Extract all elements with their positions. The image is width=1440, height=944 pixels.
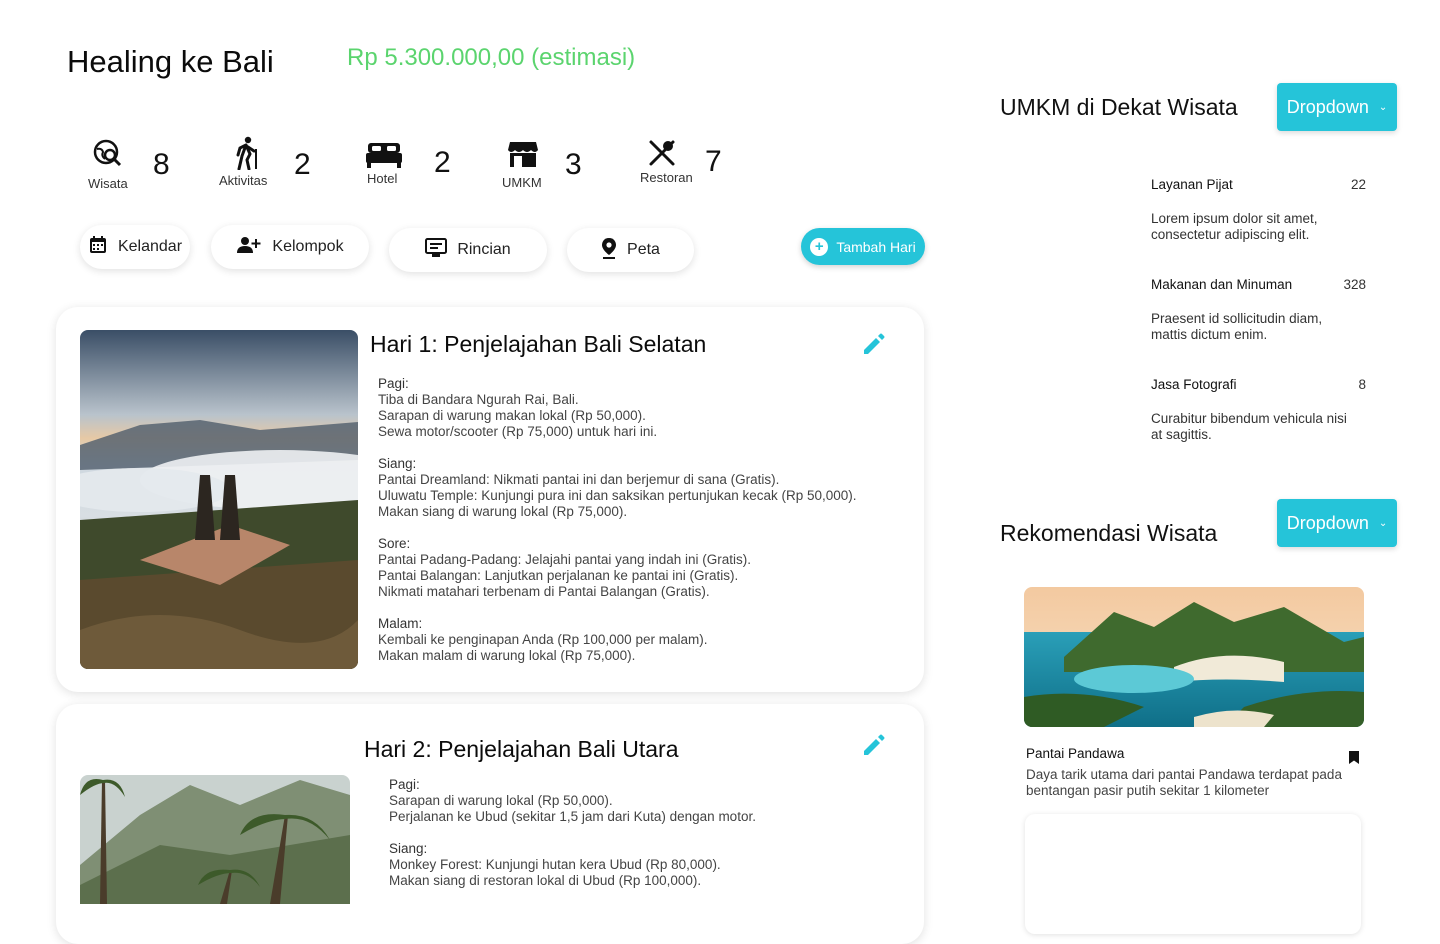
section-title: Malam: [378, 616, 423, 631]
add-icon: + [810, 237, 829, 256]
stat-label-wisata: Wisata [88, 176, 128, 191]
recommendation-name[interactable]: Pantai Pandawa [1026, 746, 1124, 761]
itinerary-line: Sarapan di warung makan lokal (Rp 50,000… [378, 408, 646, 423]
recommendation-card-next[interactable] [1025, 814, 1361, 934]
edit-icon[interactable] [861, 331, 887, 357]
itinerary-line: Makan siang di warung lokal (Rp 75,000). [378, 504, 628, 519]
trip-budget: Rp 5.300.000,00 (estimasi) [347, 44, 636, 71]
section-title: Sore: [378, 536, 411, 551]
section-title: Pagi: [378, 376, 409, 391]
tab-map[interactable]: Peta [567, 228, 694, 272]
itinerary-section-morning: Pagi: Sarapan di warung lokal (Rp 50,000… [389, 777, 909, 825]
location-pin-icon [601, 237, 617, 264]
day-1-image [80, 330, 358, 669]
umkm-item-name[interactable]: Layanan Pijat [1151, 177, 1233, 192]
umkm-item-desc: Lorem ipsum dolor sit amet, consectetur … [1151, 211, 1318, 242]
stat-value-aktivitas: 2 [294, 148, 311, 181]
recommendation-section-title: Rekomendasi Wisata [1000, 520, 1218, 546]
umkm-item-count: 8 [1358, 377, 1366, 392]
stat-label-hotel: Hotel [367, 171, 398, 186]
umkm-item-count: 22 [1350, 177, 1366, 192]
umkm-item-name[interactable]: Makanan dan Minuman [1151, 277, 1292, 292]
itinerary-line: Monkey Forest: Kunjungi hutan kera Ubud … [389, 857, 721, 872]
umkm-section-title: UMKM di Dekat Wisata [1000, 94, 1238, 120]
stat-label-aktivitas: Aktivitas [219, 173, 268, 188]
stat-value-umkm: 3 [565, 148, 582, 181]
umkm-item-desc: Praesent id sollicitudin diam, mattis di… [1151, 311, 1323, 342]
tab-details[interactable]: Rincian [389, 228, 547, 272]
tab-calendar-label: Kelandar [117, 238, 183, 255]
tab-group[interactable]: Kelompok [211, 225, 369, 269]
umkm-dropdown[interactable]: Dropdown ⌄ [1277, 83, 1397, 131]
storefront-icon [507, 140, 539, 168]
add-day-button[interactable]: + Tambah Hari [801, 228, 925, 265]
stat-label-restoran: Restoran [640, 170, 693, 185]
itinerary-line: Kembali ke penginapan Anda (Rp 100,000 p… [378, 632, 708, 647]
section-title: Siang: [389, 841, 428, 856]
itinerary-line: Sarapan di warung lokal (Rp 50,000). [389, 793, 613, 808]
edit-icon[interactable] [861, 732, 887, 758]
recommendation-dropdown[interactable]: Dropdown ⌄ [1277, 499, 1397, 547]
hiking-icon [233, 136, 261, 170]
details-icon [425, 237, 448, 263]
itinerary-line: Tiba di Bandara Ngurah Rai, Bali. [378, 392, 579, 407]
itinerary-line: Makan siang di restoran lokal di Ubud (R… [389, 873, 702, 888]
umkm-item-count: 328 [1343, 277, 1366, 292]
tab-calendar[interactable]: Kelandar [80, 225, 190, 269]
stat-value-hotel: 2 [434, 146, 451, 179]
restaurant-icon [648, 139, 676, 167]
recommendation-image[interactable] [1024, 587, 1364, 727]
day-2-title: Hari 2: Penjelajahan Bali Utara [364, 736, 679, 762]
itinerary-section-morning: Pagi: Tiba di Bandara Ngurah Rai, Bali. … [378, 376, 898, 440]
umkm-item-name[interactable]: Jasa Fotografi [1151, 377, 1237, 392]
itinerary-line: Makan malam di warung lokal (Rp 75,000). [378, 648, 636, 663]
itinerary-section-night: Malam: Kembali ke penginapan Anda (Rp 10… [378, 616, 898, 664]
travel-explore-icon [93, 139, 123, 169]
day-1-title: Hari 1: Penjelajahan Bali Selatan [370, 331, 707, 357]
add-day-label: Tambah Hari [836, 238, 916, 255]
section-title: Pagi: [389, 777, 420, 792]
bed-icon [366, 141, 402, 169]
section-title: Siang: [378, 456, 417, 471]
day-2-image [80, 775, 350, 904]
itinerary-section-noon: Siang: Monkey Forest: Kunjungi hutan ker… [389, 841, 909, 889]
chevron-down-icon: ⌄ [1378, 101, 1388, 113]
itinerary-line: Perjalanan ke Ubud (sekitar 1,5 jam dari… [389, 809, 756, 824]
umkm-item-desc: Curabitur bibendum vehicula nisi at sagi… [1151, 411, 1347, 442]
chevron-down-icon: ⌄ [1378, 517, 1388, 529]
umkm-dropdown-label: Dropdown [1286, 96, 1369, 117]
day-2-itinerary: Pagi: Sarapan di warung lokal (Rp 50,000… [389, 777, 909, 905]
itinerary-section-afternoon: Sore: Pantai Padang-Padang: Jelajahi pan… [378, 536, 898, 600]
itinerary-line: Pantai Balangan: Lanjutkan perjalanan ke… [378, 568, 739, 583]
stat-value-restoran: 7 [705, 145, 722, 178]
tab-map-label: Peta [627, 241, 660, 258]
stat-value-wisata: 8 [153, 148, 170, 181]
tab-group-label: Kelompok [272, 238, 344, 255]
itinerary-line: Pantai Dreamland: Nikmati pantai ini dan… [378, 472, 780, 487]
trip-title: Healing ke Bali [67, 44, 274, 79]
stat-label-umkm: UMKM [502, 175, 542, 190]
recommendation-dropdown-label: Dropdown [1286, 512, 1369, 533]
tab-details-label: Rincian [457, 241, 511, 258]
itinerary-line: Nikmati matahari terbenam di Pantai Bala… [378, 584, 710, 599]
day-1-itinerary: Pagi: Tiba di Bandara Ngurah Rai, Bali. … [378, 376, 898, 680]
itinerary-section-noon: Siang: Pantai Dreamland: Nikmati pantai … [378, 456, 898, 520]
recommendation-description: Daya tarik utama dari pantai Pandawa ter… [1026, 767, 1342, 798]
group-add-icon [236, 236, 262, 259]
itinerary-line: Uluwatu Temple: Kunjungi pura ini dan sa… [378, 488, 857, 503]
calendar-icon [88, 235, 108, 260]
itinerary-line: Pantai Padang-Padang: Jelajahi pantai ya… [378, 552, 751, 567]
itinerary-line: Sewa motor/scooter (Rp 75,000) untuk har… [378, 424, 658, 439]
